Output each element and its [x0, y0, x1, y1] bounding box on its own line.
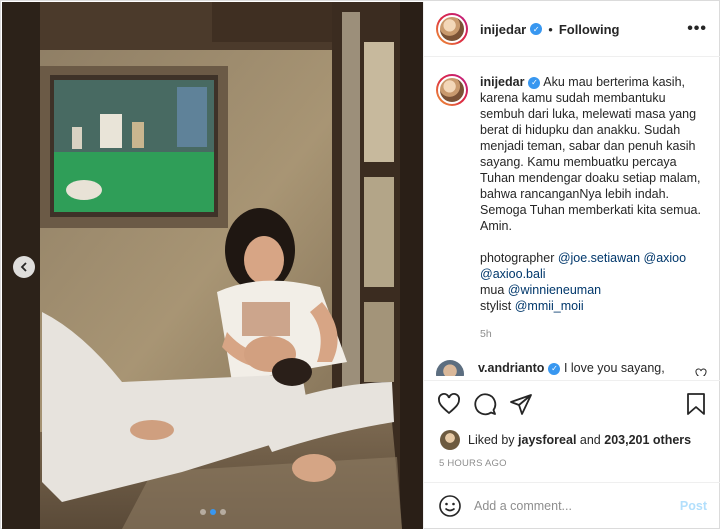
likes-middle: and: [579, 433, 601, 447]
verified-icon: ✓: [548, 362, 561, 375]
bookmark-icon: [687, 393, 705, 415]
heart-icon: [438, 393, 460, 415]
credit-label: photographer: [480, 251, 558, 265]
caption-body: inijedar ✓ Aku mau berterima kasih, karen…: [480, 74, 707, 342]
carousel-dot: [219, 509, 226, 515]
comment-item: v.andrianto ✓ I love you sayang,: [436, 360, 707, 376]
mention-link[interactable]: @axioo: [644, 251, 687, 265]
following-button[interactable]: Following: [559, 22, 620, 37]
carousel-prev-button[interactable]: [13, 256, 35, 278]
save-button[interactable]: [683, 391, 709, 417]
comment-input[interactable]: [474, 499, 654, 513]
post-photo[interactable]: [2, 2, 423, 529]
carousel-dots: [2, 509, 423, 515]
mention-link[interactable]: @winnieneuman: [508, 283, 601, 297]
more-options-button[interactable]: •••: [687, 20, 707, 38]
credit-label: stylist: [480, 299, 515, 313]
likes-count[interactable]: 203,201 others: [604, 433, 691, 447]
emoji-icon[interactable]: [438, 494, 462, 518]
caption-time[interactable]: 5h: [480, 326, 707, 342]
likes-summary: Liked by jaysforeal and 203,201 others: [440, 430, 691, 450]
avatar[interactable]: [436, 13, 468, 45]
caption-text: Aku mau berterima kasih, karena kamu sud…: [480, 75, 701, 233]
caption: inijedar ✓ Aku mau berterima kasih, karen…: [436, 74, 707, 342]
header-username[interactable]: inijedar: [480, 22, 526, 37]
liker-avatar[interactable]: [440, 430, 460, 450]
liker-username[interactable]: jaysforeal: [518, 433, 576, 447]
photo-illustration: [2, 2, 423, 529]
comment-button[interactable]: [472, 391, 498, 417]
comment-icon: [474, 393, 497, 416]
chevron-left-icon: [20, 262, 27, 272]
verified-icon: ✓: [530, 23, 543, 35]
post-timestamp[interactable]: 5 HOURS AGO: [439, 458, 507, 469]
carousel-dot-active: [209, 509, 216, 515]
post-header: inijedar ✓ • Following •••: [424, 2, 720, 57]
commenter-avatar[interactable]: [436, 360, 464, 376]
caption-credits: photographer @joe.setiawan @axioo @axioo…: [480, 250, 707, 314]
post-modal: inijedar ✓ • Following ••• inijedar ✓ Aku…: [0, 0, 720, 529]
carousel-dot: [199, 509, 206, 515]
post-side-panel: inijedar ✓ • Following ••• inijedar ✓ Aku…: [423, 2, 720, 529]
header-separator: •: [548, 21, 553, 37]
share-button[interactable]: [508, 391, 534, 417]
likes-prefix: Liked by: [468, 433, 515, 447]
verified-icon: ✓: [528, 76, 541, 89]
comments-list[interactable]: inijedar ✓ Aku mau berterima kasih, karen…: [424, 58, 720, 376]
mention-link[interactable]: @mmii_moii: [515, 299, 584, 313]
add-comment-bar: Post: [424, 482, 720, 529]
action-bar: [424, 380, 720, 417]
post-comment-button[interactable]: Post: [680, 499, 707, 513]
mention-link[interactable]: @joe.setiawan: [558, 251, 640, 265]
credit-label: mua: [480, 283, 508, 297]
mention-link[interactable]: @axioo.bali: [480, 267, 546, 281]
comment-text: I love you sayang,: [563, 361, 665, 375]
like-button[interactable]: [436, 391, 462, 417]
caption-avatar[interactable]: [436, 74, 468, 106]
share-icon: [510, 394, 532, 415]
comment-body: v.andrianto ✓ I love you sayang,: [478, 360, 683, 376]
caption-username[interactable]: inijedar: [480, 75, 524, 89]
comment-like-heart-icon[interactable]: [695, 368, 707, 376]
comment-username[interactable]: v.andrianto: [478, 361, 544, 375]
